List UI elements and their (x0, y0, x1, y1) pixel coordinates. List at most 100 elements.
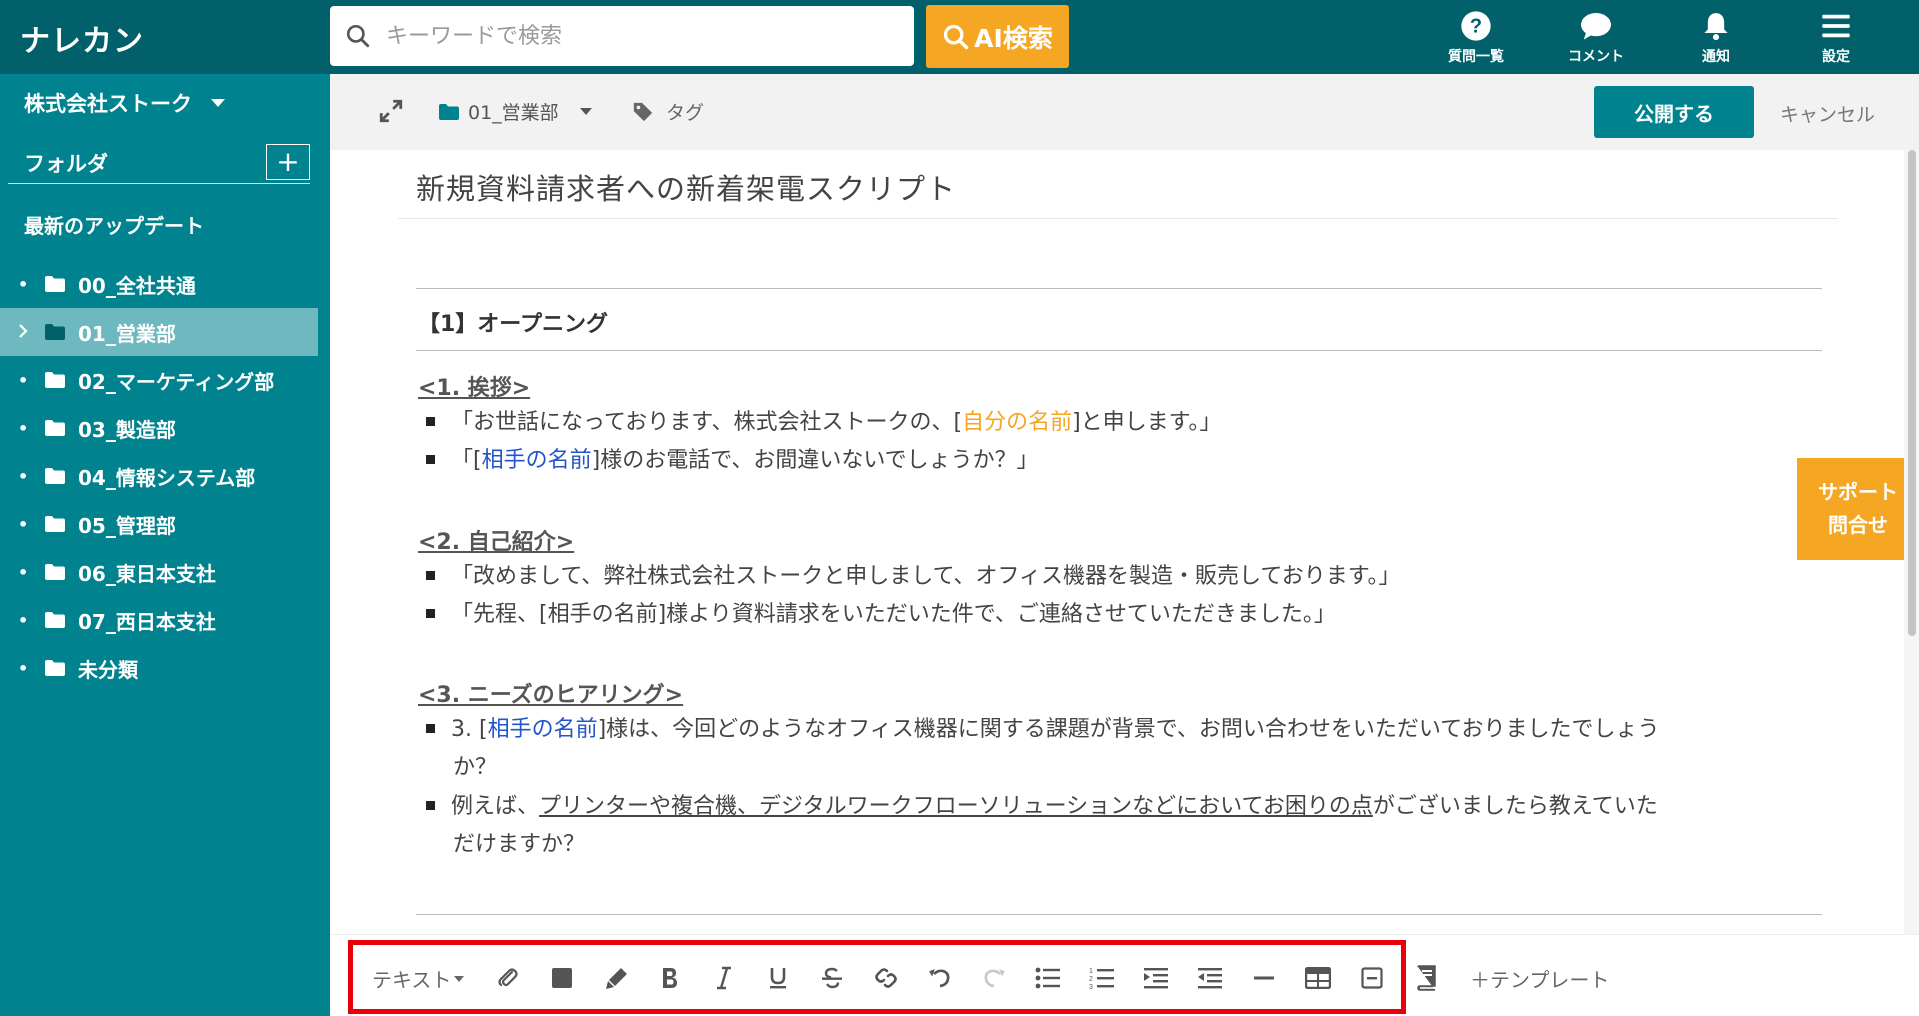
svg-text:3: 3 (1089, 984, 1093, 990)
nav-notifications[interactable]: 通知 (1666, 6, 1766, 70)
folder-icon (44, 659, 66, 677)
folder-label: 07_西日本支社 (78, 609, 216, 634)
square-bullet-icon (426, 723, 435, 733)
subsection-heading: <3. ニーズのヒアリング> (418, 683, 684, 708)
bullet-icon: • (18, 610, 29, 630)
strikethrough-icon[interactable] (814, 960, 850, 996)
folder-item[interactable]: • 02_マーケティング部 (0, 356, 318, 404)
italic-icon[interactable] (706, 960, 742, 996)
divider (416, 288, 1822, 289)
company-selector[interactable]: 株式会社ストーク (24, 88, 226, 118)
list-item: 「[相手の名前]様のお電話で、お間違いないでしょうか？」 (426, 442, 1039, 480)
expand-icon[interactable] (378, 98, 404, 128)
caret-down-icon (579, 108, 592, 115)
sidebar: 株式会社ストーク フォルダ + 最新のアップデート • 00_全社共通 01_営業… (0, 74, 330, 1016)
highlighter-icon[interactable] (598, 960, 634, 996)
list-item: 「先程、[相手の名前]様より資料請求をいただいた件で、ご連絡させていただきました… (426, 596, 1336, 634)
text-span: ]様のお電話で、お間違いないでしょうか？」 (591, 448, 1039, 473)
search-box[interactable] (330, 6, 914, 66)
folder-selector[interactable]: 01_営業部 (438, 98, 593, 125)
table-icon[interactable] (1300, 960, 1336, 996)
divider (416, 350, 1822, 351)
folder-label: 04_情報システム部 (78, 465, 256, 490)
square-bullet-icon (426, 454, 435, 464)
folder-item[interactable]: • 07_西日本支社 (0, 596, 318, 644)
subsection-heading: <1. 挨拶> (418, 376, 531, 401)
folder-item[interactable]: • 06_東日本支社 (0, 548, 318, 596)
caret-down-icon (211, 99, 225, 107)
section-title: 【1】オープニング (418, 312, 608, 337)
text-span: だけますか？ (453, 832, 586, 857)
folder-item-active[interactable]: 01_営業部 (0, 308, 318, 356)
bullet-icon: • (18, 274, 29, 294)
nav-settings[interactable]: 設定 (1786, 6, 1886, 70)
folder-label: 06_東日本支社 (78, 561, 216, 586)
folder-label: 00_全社共通 (78, 273, 196, 298)
text-color-icon[interactable] (544, 960, 580, 996)
nav-settings-label: 設定 (1822, 49, 1850, 65)
undo-icon[interactable] (922, 960, 958, 996)
folder-selector-label: 01_営業部 (468, 102, 559, 124)
top-bar: ナレカン AI検索 ? 質問一覧 コメント 通知 設定 (0, 0, 1919, 74)
folder-list: • 00_全社共通 01_営業部 • 02_マーケティング部 • 03_製造部 • 04… (0, 260, 318, 692)
folder-item[interactable]: • 04_情報システム部 (0, 452, 318, 500)
svg-text:2: 2 (1089, 976, 1093, 983)
bullet-list-icon[interactable] (1030, 960, 1066, 996)
placeholder-own-name: 自分の名前 (962, 410, 1073, 435)
square-bullet-icon (426, 570, 435, 580)
latest-updates-link[interactable]: 最新のアップデート (24, 210, 204, 239)
svg-text:?: ? (1470, 16, 1482, 38)
book-icon[interactable] (1408, 960, 1444, 996)
placeholder-customer-name: 相手の名前 (481, 448, 592, 473)
text-span: 例えば、 (451, 794, 540, 819)
chevron-right-icon (18, 322, 30, 343)
text-span: ]と申します。」 (1072, 410, 1222, 435)
svg-text:1: 1 (1089, 968, 1093, 975)
horizontal-rule-icon[interactable] (1246, 960, 1282, 996)
outdent-icon[interactable] (1192, 960, 1228, 996)
scrollbar-thumb[interactable] (1908, 150, 1916, 636)
bullet-icon: • (18, 466, 29, 486)
add-folder-button[interactable]: + (266, 144, 310, 180)
list-item: 例えば、プリンターや複合機、デジタルワークフローソリューションなどにおいてお困り… (426, 788, 1658, 864)
folder-item[interactable]: • 03_製造部 (0, 404, 318, 452)
folder-icon (44, 467, 66, 485)
redo-icon[interactable] (976, 960, 1012, 996)
text-span: がございましたら教えていた (1372, 794, 1658, 819)
app-logo[interactable]: ナレカン (20, 16, 144, 60)
nav-questions[interactable]: ? 質問一覧 (1426, 6, 1526, 70)
text-span: 「先程、[相手の名前]様より資料請求をいただいた件で、ご連絡させていただきました… (451, 602, 1336, 627)
paperclip-icon[interactable] (490, 960, 526, 996)
indent-icon[interactable] (1138, 960, 1174, 996)
link-icon[interactable] (868, 960, 904, 996)
question-circle-icon: ? (1426, 6, 1526, 46)
search-input[interactable] (386, 23, 886, 49)
cancel-button[interactable]: キャンセル (1780, 100, 1875, 127)
folder-item[interactable]: • 05_管理部 (0, 500, 318, 548)
underline-icon[interactable] (760, 960, 796, 996)
text-span: 「お世話になっております、株式会社ストークの、[ (451, 410, 963, 435)
text-style-dropdown[interactable]: テキスト (372, 964, 465, 993)
tag-selector[interactable]: タグ (632, 98, 704, 125)
numbered-list-icon[interactable]: 123 (1084, 960, 1120, 996)
bold-icon[interactable] (652, 960, 688, 996)
ai-search-label: AI検索 (974, 23, 1053, 53)
support-contact-tab[interactable]: サポート 問合せ (1797, 458, 1919, 560)
folder-item[interactable]: • 00_全社共通 (0, 260, 318, 308)
ai-search-button[interactable]: AI検索 (926, 5, 1069, 68)
publish-button[interactable]: 公開する (1594, 86, 1754, 138)
bullet-icon: • (18, 514, 29, 534)
folder-icon (44, 275, 66, 293)
subsection-heading: <2. 自己紹介> (418, 530, 575, 555)
tag-icon (633, 102, 653, 121)
folder-item[interactable]: • 未分類 (0, 644, 318, 692)
bullet-icon: • (18, 658, 29, 678)
collapse-block-icon[interactable] (1354, 960, 1390, 996)
list-item: 「改めまして、弊社株式会社ストークと申しまして、オフィス機器を製造・販売しており… (426, 558, 1401, 596)
nav-comments[interactable]: コメント (1546, 6, 1646, 70)
search-icon (944, 24, 969, 49)
folder-label: 03_製造部 (78, 417, 176, 442)
document-title[interactable]: 新規資料請求者への新着架電スクリプト (416, 166, 956, 208)
template-button[interactable]: ＋テンプレート (1470, 964, 1609, 993)
bullet-icon: • (18, 370, 29, 390)
